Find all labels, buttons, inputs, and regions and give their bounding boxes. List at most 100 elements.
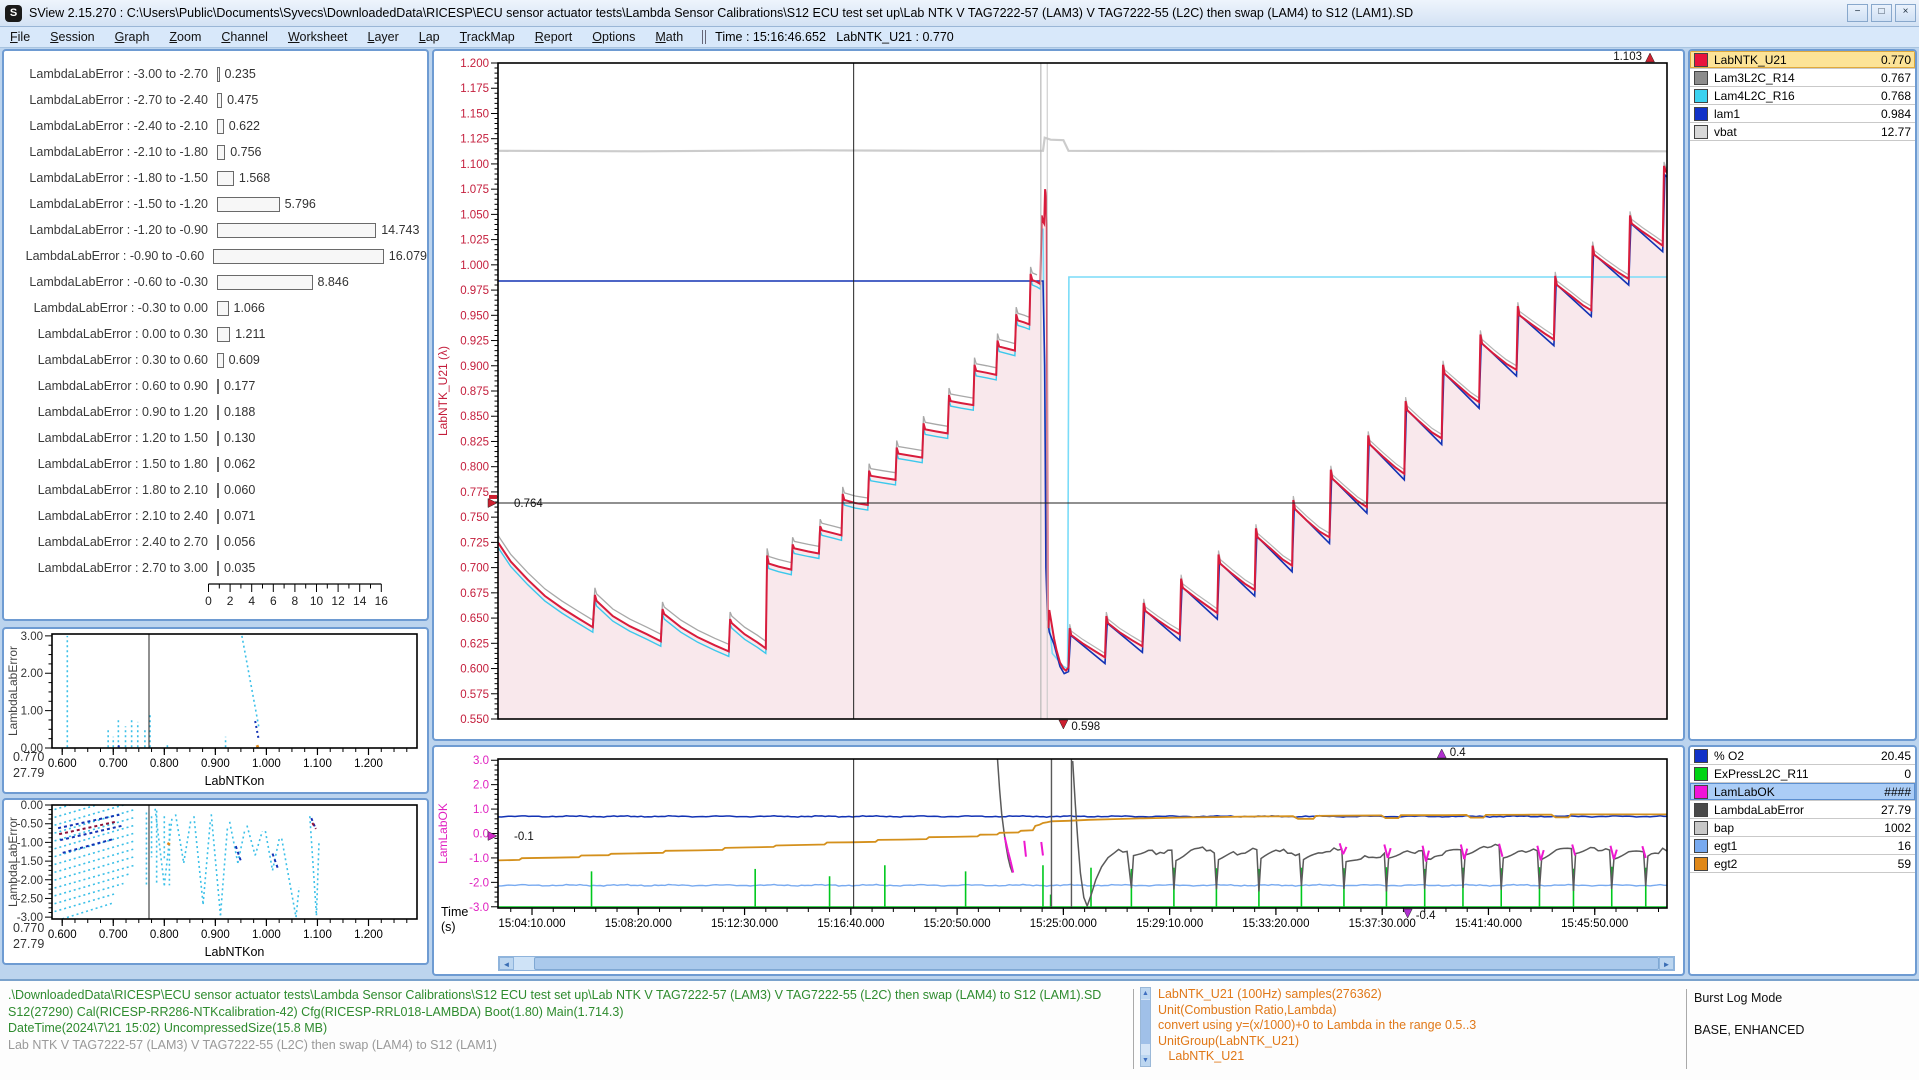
svg-text:LabNTKon: LabNTKon [205, 774, 265, 788]
scatter-plot-positive-panel[interactable]: 0.001.002.003.000.6000.7000.8000.9001.00… [2, 627, 429, 794]
svg-text:8: 8 [292, 594, 299, 608]
menu-math[interactable]: Math [645, 30, 693, 44]
scatter-plot-negative[interactable]: -3.00-2.50-2.00-1.50-1.00-0.500.000.6000… [4, 800, 425, 961]
svg-text:0.600: 0.600 [460, 664, 489, 676]
menu-layer[interactable]: Layer [357, 30, 408, 44]
menu-zoom[interactable]: Zoom [159, 30, 211, 44]
svg-text:LamLabOK: LamLabOK [436, 803, 450, 864]
svg-text:0.625: 0.625 [460, 638, 489, 650]
channel-name: egt2 [1714, 857, 1898, 871]
close-button[interactable]: × [1895, 4, 1916, 22]
channel-value: 1002 [1884, 821, 1911, 835]
status-bar: .\DownloadedData\RICESP\ECU sensor actua… [0, 979, 1919, 1080]
channel-color-swatch [1694, 785, 1708, 799]
svg-text:1.0: 1.0 [473, 804, 489, 816]
lambda-error-histogram-panel[interactable]: LambdaLabError : -3.00 to -2.700.235 Lamb… [2, 49, 429, 621]
histogram-bar [217, 145, 225, 160]
scroll-right-icon[interactable]: ► [1659, 957, 1674, 970]
channel-info-scrollbar[interactable]: ▲ ▼ [1140, 987, 1151, 1067]
legend-row[interactable]: LabNTK_U210.770 [1690, 51, 1915, 69]
channel-name: lam1 [1714, 107, 1881, 121]
sview-window: S SView 2.15.270 : C:\Users\Public\Docum… [0, 0, 1919, 1080]
histogram-row: LambdaLabError : 2.10 to 2.400.071 [4, 503, 427, 529]
svg-text:15:45:50.000: 15:45:50.000 [1561, 918, 1628, 930]
scroll-down-icon[interactable]: ▼ [1141, 1055, 1150, 1066]
histogram-bar [217, 535, 219, 550]
scroll-thumb[interactable] [534, 957, 1659, 970]
legend-row[interactable]: Lam4L2C_R160.768 [1690, 87, 1915, 105]
svg-text:0.800: 0.800 [150, 758, 179, 770]
svg-text:LabNTKon: LabNTKon [205, 945, 265, 959]
histogram-row: LambdaLabError : -3.00 to -2.700.235 [4, 61, 427, 87]
lamlabok-chart[interactable]: -3.0-2.0-1.00.01.02.03.015:04:10.00015:0… [434, 747, 1679, 954]
scroll-up-icon[interactable]: ▲ [1141, 988, 1150, 999]
lamlabok-chart-panel[interactable]: -3.0-2.0-1.00.01.02.03.015:04:10.00015:0… [432, 745, 1685, 976]
menu-session[interactable]: Session [40, 30, 104, 44]
minimize-button[interactable]: − [1847, 4, 1868, 22]
svg-text:15:33:20.000: 15:33:20.000 [1242, 918, 1309, 930]
channel-name: vbat [1714, 125, 1881, 139]
channel-name: LamLabOK [1714, 785, 1884, 799]
histogram-bar [217, 431, 219, 446]
menu-file[interactable]: File [0, 30, 40, 44]
histogram-row: LambdaLabError : 2.70 to 3.000.035 [4, 555, 427, 581]
scroll-thumb[interactable] [1141, 1000, 1150, 1044]
legend-row[interactable]: LamLabOK#### [1690, 783, 1915, 801]
channel-color-swatch [1694, 803, 1708, 817]
svg-text:0.900: 0.900 [201, 758, 230, 770]
legend-row[interactable]: lam10.984 [1690, 105, 1915, 123]
svg-text:1.000: 1.000 [252, 758, 281, 770]
legend-row[interactable]: egt259 [1690, 855, 1915, 873]
histogram-bar [217, 509, 219, 524]
legend-row[interactable]: ExPressL2C_R110 [1690, 765, 1915, 783]
svg-text:1.200: 1.200 [354, 929, 383, 941]
scroll-left-icon[interactable]: ◄ [499, 957, 514, 970]
main-lambda-chart-panel[interactable]: 0.5500.5750.6000.6250.6500.6750.7000.725… [432, 49, 1685, 741]
histogram-row: LambdaLabError : 1.80 to 2.100.060 [4, 477, 427, 503]
histogram-bar [217, 561, 219, 576]
scatter-plot-positive[interactable]: 0.001.002.003.000.6000.7000.8000.9001.00… [4, 629, 425, 790]
menu-channel[interactable]: Channel [211, 30, 278, 44]
svg-text:1.00: 1.00 [21, 706, 43, 718]
svg-text:-0.1: -0.1 [514, 831, 534, 843]
menu-lap[interactable]: Lap [409, 30, 450, 44]
menu-worksheet[interactable]: Worksheet [278, 30, 358, 44]
svg-text:15:12:30.000: 15:12:30.000 [711, 918, 778, 930]
histogram-row: LambdaLabError : 1.50 to 1.800.062 [4, 451, 427, 477]
svg-text:0.925: 0.925 [460, 336, 489, 348]
histogram-row: LambdaLabError : 0.90 to 1.200.188 [4, 399, 427, 425]
scroll-track[interactable] [514, 957, 534, 970]
time-scrollbar[interactable]: ◄ ► [498, 956, 1675, 971]
legend-row[interactable]: egt116 [1690, 837, 1915, 855]
svg-text:0.975: 0.975 [460, 285, 489, 297]
channel-color-swatch [1694, 821, 1708, 835]
svg-text:3.0: 3.0 [473, 755, 489, 767]
legend-row[interactable]: % O220.45 [1690, 747, 1915, 765]
svg-text:0.700: 0.700 [99, 758, 128, 770]
legend-row[interactable]: Lam3L2C_R140.767 [1690, 69, 1915, 87]
menu-options[interactable]: Options [582, 30, 645, 44]
svg-text:2.00: 2.00 [21, 668, 43, 680]
histogram-bar [217, 197, 280, 212]
legend-row[interactable]: LambdaLabError27.79 [1690, 801, 1915, 819]
histogram-row: LambdaLabError : -1.50 to -1.205.796 [4, 191, 427, 217]
menu-separator [702, 30, 706, 44]
svg-text:0.900: 0.900 [201, 929, 230, 941]
histogram-row: LambdaLabError : 0.00 to 0.301.211 [4, 321, 427, 347]
histogram-bar [213, 249, 384, 264]
histogram-bar [217, 119, 224, 134]
svg-text:-1.00: -1.00 [17, 837, 43, 849]
menu-trackmap[interactable]: TrackMap [450, 30, 525, 44]
scatter-plot-negative-panel[interactable]: -3.00-2.50-2.00-1.50-1.00-0.500.000.6000… [2, 798, 429, 965]
svg-text:16: 16 [375, 594, 389, 608]
svg-text:1.150: 1.150 [460, 108, 489, 120]
legend-row[interactable]: bap1002 [1690, 819, 1915, 837]
menu-graph[interactable]: Graph [105, 30, 160, 44]
maximize-button[interactable]: □ [1871, 4, 1892, 22]
svg-text:1.103: 1.103 [1613, 51, 1642, 63]
main-lambda-chart[interactable]: 0.5500.5750.6000.6250.6500.6750.7000.725… [434, 51, 1679, 735]
legend-row[interactable]: vbat12.77 [1690, 123, 1915, 141]
channel-value: 0.770 [1881, 53, 1911, 67]
histogram-row: LambdaLabError : 2.40 to 2.700.056 [4, 529, 427, 555]
menu-report[interactable]: Report [525, 30, 583, 44]
